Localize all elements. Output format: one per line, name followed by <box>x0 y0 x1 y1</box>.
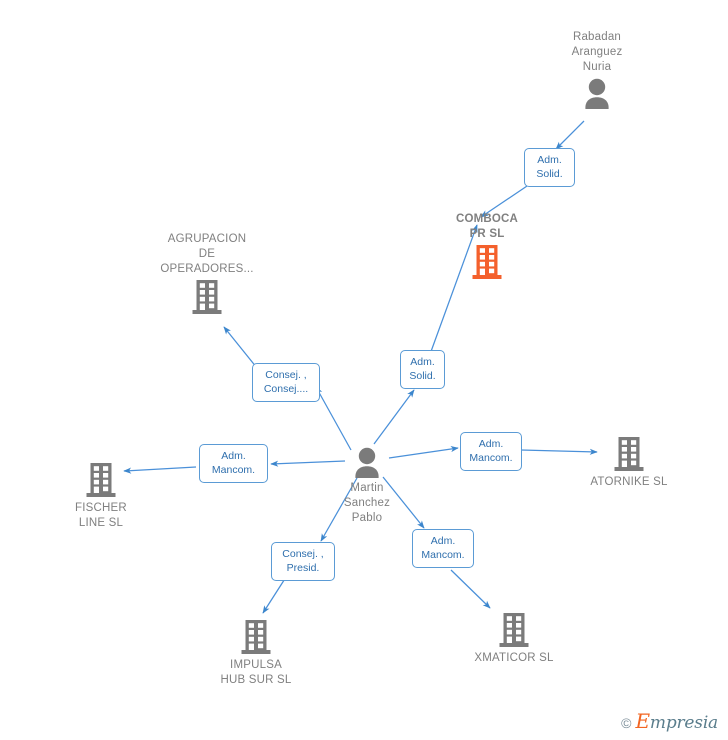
node-label-agrupacion: AGRUPACION DE OPERADORES... <box>160 233 254 275</box>
node-label-fischer: FISCHER LINE SL <box>75 502 127 529</box>
node-atornike-sl[interactable]: ATORNIKE SL <box>554 436 704 490</box>
node-rabadan-aranguez-nuria[interactable]: Rabadan Aranguez Nuria <box>522 30 672 109</box>
edge-label-rabadan-comboca[interactable]: Adm. Solid. <box>524 148 575 187</box>
edge-label-to-xmaticor <box>450 569 491 609</box>
edge-label-martin-xmaticor[interactable]: Adm. Mancom. <box>412 529 474 568</box>
building-icon <box>192 280 222 314</box>
node-fischer-line-sl[interactable]: FISCHER LINE SL <box>26 462 176 531</box>
building-icon <box>499 613 529 647</box>
edge-label-martin-impulsa[interactable]: Consej. , Presid. <box>271 542 335 581</box>
copyright-icon: © <box>621 714 632 731</box>
node-label-comboca: COMBOCA PR SL <box>455 213 519 240</box>
brand-logo: Empresia <box>636 711 719 733</box>
node-label-atornike: ATORNIKE SL <box>590 476 668 488</box>
node-label-rabadan: Rabadan Aranguez Nuria <box>571 31 623 73</box>
person-icon <box>355 447 379 478</box>
edge-label-martin-atornike[interactable]: Adm. Mancom. <box>460 432 522 471</box>
edge-label-martin-comboca[interactable]: Adm. Solid. <box>400 350 445 389</box>
edge-layer <box>123 120 598 614</box>
building-icon <box>472 245 502 279</box>
edge-label-to-agrupacion <box>223 326 258 369</box>
edge-rabadan-to-label <box>555 120 585 150</box>
node-label-xmaticor: XMATICOR SL <box>474 652 554 664</box>
edge-martin-to-label-solid <box>373 389 415 445</box>
edge-label-martin-fischer[interactable]: Adm. Mancom. <box>199 444 268 483</box>
building-icon <box>241 620 271 654</box>
building-icon <box>614 437 644 471</box>
node-impulsa-hub-sur-sl[interactable]: IMPULSA HUB SUR SL <box>181 619 331 688</box>
brand-rest: mpresia <box>649 713 718 733</box>
empresia-watermark: © Empresia <box>621 711 719 733</box>
edge-martin-to-label-consej <box>315 386 352 451</box>
node-martin-sanchez-pablo[interactable]: Martin Sanchez Pablo <box>292 446 442 526</box>
node-label-impulsa: IMPULSA HUB SUR SL <box>220 659 292 686</box>
brand-initial: E <box>635 709 651 733</box>
relationship-graph-canvas: Rabadan Aranguez Nuria COMBOCA PR SL AGR… <box>0 0 728 740</box>
node-comboca-pr-sl[interactable]: COMBOCA PR SL <box>412 212 562 280</box>
edge-label-martin-agrupacion[interactable]: Consej. , Consej.... <box>252 363 320 402</box>
building-icon <box>86 463 116 497</box>
node-label-martin: Martin Sanchez Pablo <box>343 482 391 524</box>
person-icon <box>585 78 609 109</box>
node-agrupacion-de-operadores[interactable]: AGRUPACION DE OPERADORES... <box>132 232 282 315</box>
node-xmaticor-sl[interactable]: XMATICOR SL <box>439 612 589 666</box>
